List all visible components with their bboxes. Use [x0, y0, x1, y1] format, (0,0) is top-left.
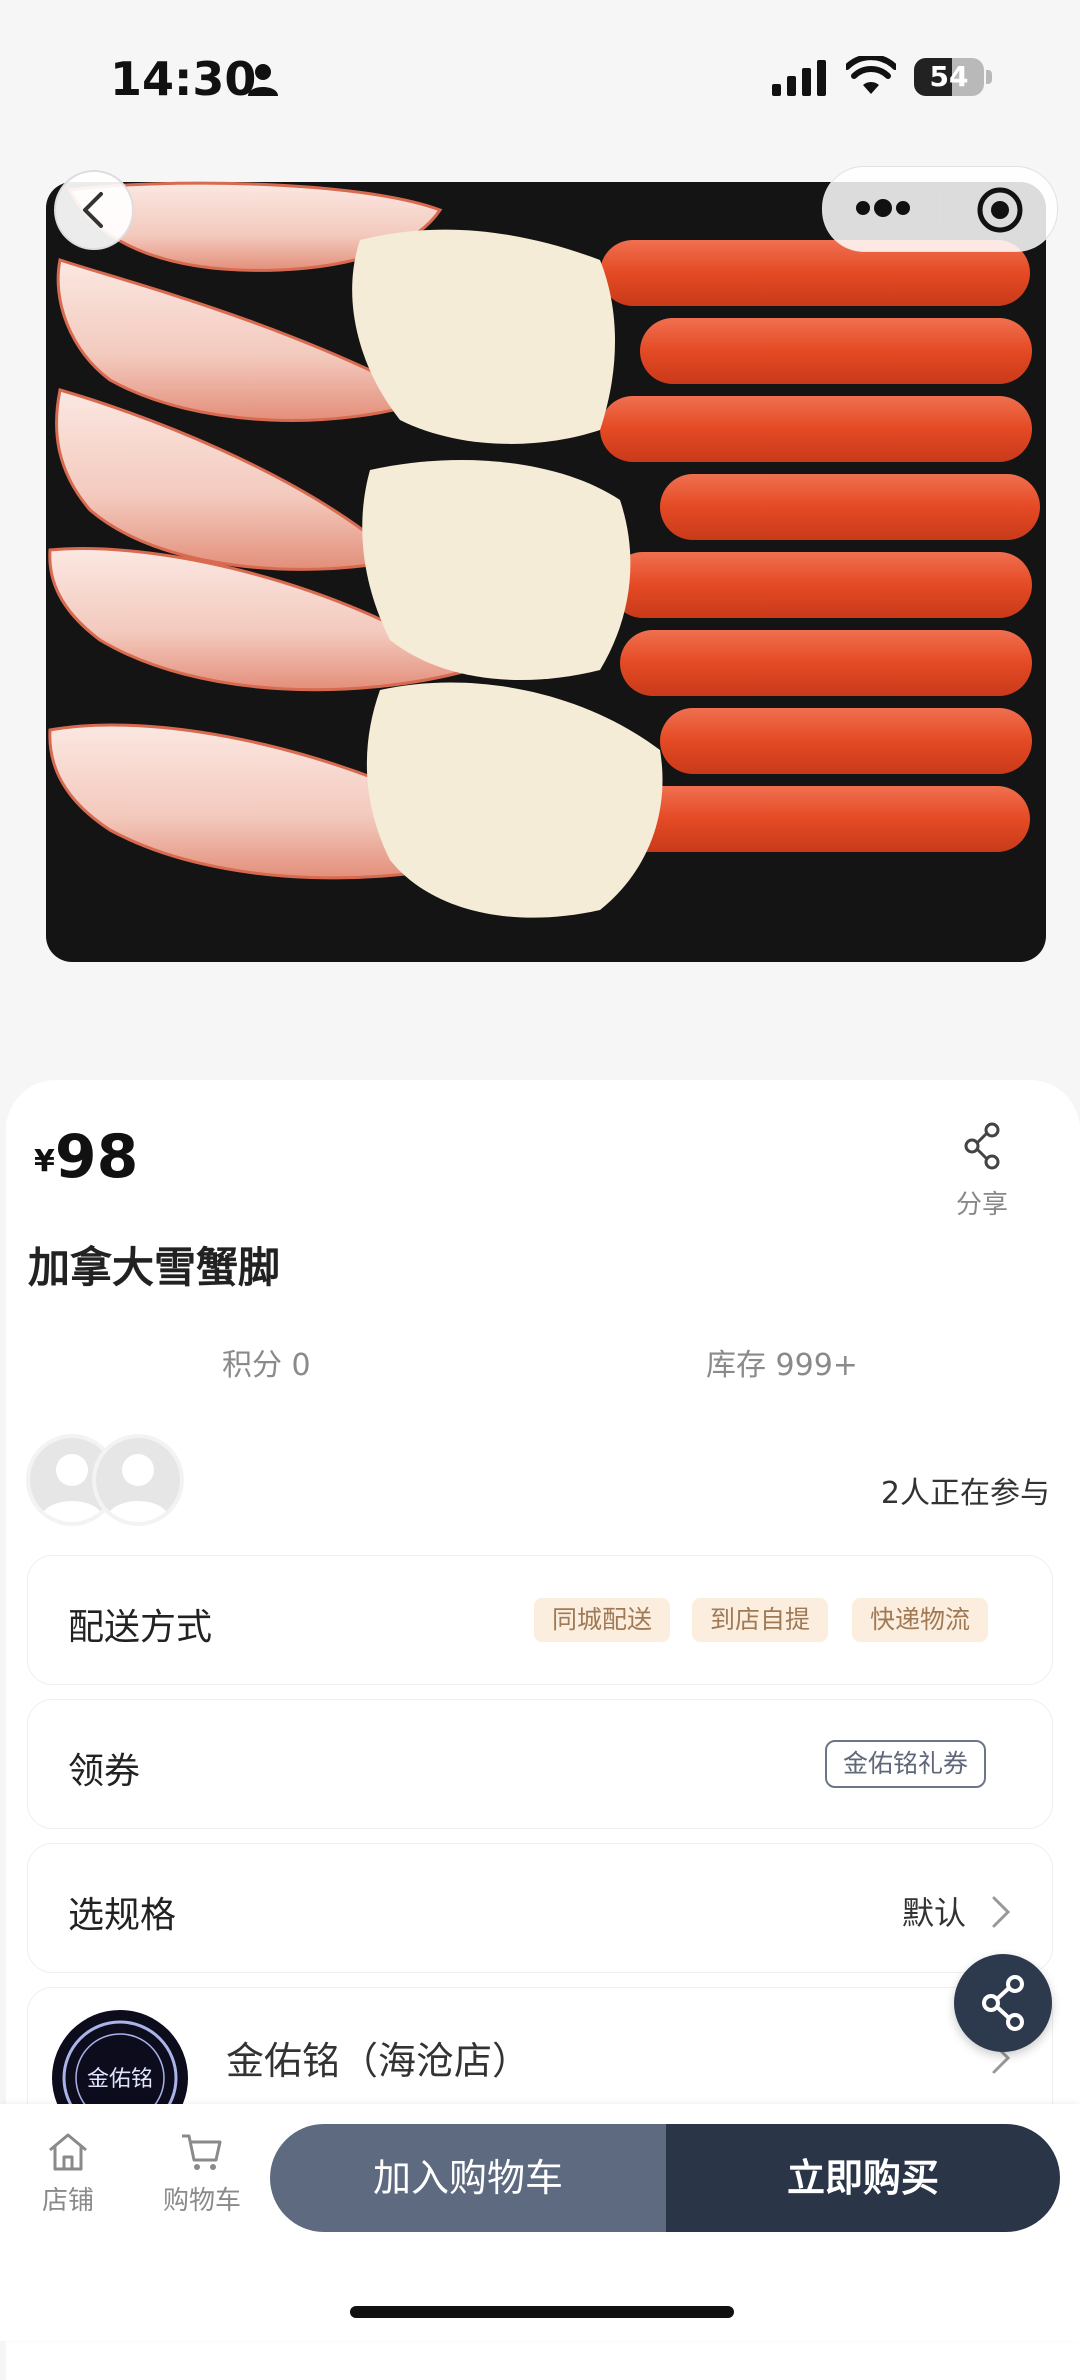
status-time: 14:30 [110, 52, 257, 106]
currency-symbol: ¥ [34, 1144, 55, 1179]
mini-program-capsule [822, 166, 1058, 252]
delivery-option[interactable]: 快递物流 [852, 1598, 989, 1642]
person-icon [248, 64, 278, 96]
spec-label: 选规格 [68, 1895, 177, 1936]
tab-store[interactable]: 店铺 [38, 2130, 98, 2217]
buy-now-button[interactable]: 立即购买 [666, 2124, 1060, 2232]
battery-tip [986, 70, 992, 84]
store-name: 金佑铭（海沧店） [226, 2039, 531, 2083]
signal-icon [772, 60, 826, 96]
floating-share-button[interactable] [954, 1954, 1052, 2052]
delivery-row: 配送方式 同城配送 到店自提 快递物流 [28, 1556, 1052, 1684]
coupon-tag[interactable]: 金佑铭礼券 [824, 1740, 986, 1788]
cart-icon [182, 2134, 222, 2170]
product-title: 加拿大雪蟹脚 [28, 1243, 281, 1292]
share-icon [982, 1975, 1024, 2031]
product-image [46, 181, 1046, 962]
delivery-option[interactable]: 到店自提 [692, 1598, 829, 1642]
delivery-label: 配送方式 [68, 1607, 213, 1648]
close-target-icon[interactable] [975, 185, 1025, 235]
delivery-option[interactable]: 同城配送 [534, 1598, 671, 1642]
add-to-cart-button[interactable]: 加入购物车 [270, 2124, 666, 2232]
coupon-row[interactable]: 领券 金佑铭礼券 [28, 1700, 1052, 1828]
tab-cart[interactable]: 购物车 [160, 2130, 244, 2217]
price-value: 98 [54, 1122, 139, 1192]
home-icon [49, 2133, 87, 2171]
tab-cart-label: 购物车 [162, 2186, 241, 2216]
price: ¥98 [34, 1122, 138, 1192]
spec-row[interactable]: 选规格 默认 [28, 1844, 1052, 1972]
wifi-icon [846, 56, 896, 94]
avatar [92, 1434, 184, 1526]
user-silhouette-icon [106, 1454, 170, 1522]
capsule-divider [939, 187, 941, 231]
points: 积分 0 [222, 1348, 311, 1383]
home-indicator [350, 2306, 734, 2318]
participants-count: 2人正在参与 [880, 1476, 1050, 1511]
share-button[interactable]: 分享 [948, 1122, 1016, 1221]
tab-store-label: 店铺 [41, 2186, 94, 2216]
stock: 库存 999+ [706, 1348, 858, 1383]
share-label: 分享 [955, 1190, 1008, 1220]
status-bar: 14:30 54 [0, 0, 1080, 160]
battery-icon: 54 [914, 58, 984, 96]
share-icon [964, 1122, 1000, 1170]
chevron-left-icon [83, 192, 103, 228]
coupon-label: 领券 [68, 1751, 141, 1792]
more-icon[interactable] [853, 193, 913, 223]
spec-value: 默认 [901, 1894, 966, 1932]
battery-level: 54 [929, 60, 969, 93]
participant-avatars [26, 1434, 196, 1526]
store-logo-text: 金佑铭 [87, 2067, 153, 2092]
back-button[interactable] [54, 170, 134, 250]
chevron-right-icon [992, 1896, 1011, 1928]
